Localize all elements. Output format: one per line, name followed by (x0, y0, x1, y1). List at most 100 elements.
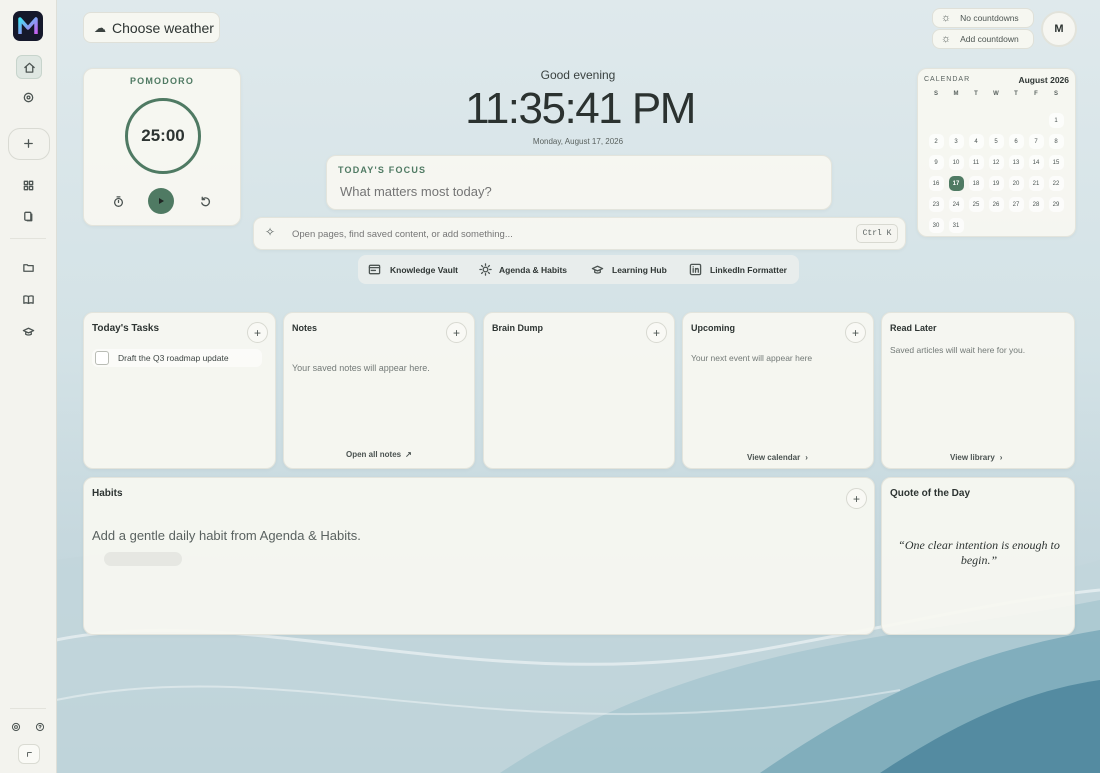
calendar-cell: 20 (1006, 173, 1026, 194)
countdown-status-label: No countdowns (960, 13, 1019, 23)
calendar-day[interactable]: 29 (1048, 197, 1064, 212)
nav-home-button[interactable] (16, 55, 42, 79)
avatar[interactable]: M (1041, 11, 1077, 47)
nav-pages-button[interactable] (16, 205, 40, 227)
app-logo[interactable] (13, 11, 43, 41)
pomodoro-card: POMODORO 25:00 (83, 68, 241, 226)
tasks-title: Today's Tasks (92, 323, 160, 334)
calendar-day[interactable]: 7 (1028, 134, 1044, 149)
help-button[interactable] (32, 719, 48, 735)
choose-weather-button[interactable]: ☁ Choose weather (83, 12, 220, 43)
calendar-day[interactable]: 12 (988, 155, 1004, 170)
calendar-day[interactable]: 13 (1008, 155, 1024, 170)
pomodoro-title: POMODORO (129, 76, 195, 86)
command-search-bar[interactable]: ✧ Ctrl K (253, 217, 906, 250)
add-note-button[interactable]: + (446, 322, 467, 343)
timer-mode-button[interactable] (110, 193, 126, 209)
weekday-header: F (1034, 91, 1038, 97)
calendar-day[interactable]: 24 (948, 197, 964, 212)
brain-dump-card: Brain Dump + (483, 312, 675, 469)
add-countdown-label: Add countdown (960, 34, 1019, 44)
weekday-header: S (1053, 91, 1058, 97)
add-page-button[interactable] (16, 132, 40, 154)
quick-link-knowledge-vault[interactable]: Knowledge Vault (368, 263, 458, 276)
calendar-day[interactable]: 28 (1028, 197, 1044, 212)
cloud-icon: ☁ (94, 20, 106, 35)
calendar-day[interactable]: 11 (968, 155, 984, 170)
calendar-day[interactable]: 9 (928, 155, 944, 170)
calendar-day[interactable]: 8 (1048, 134, 1064, 149)
calendar-day-today[interactable]: 17 (948, 176, 964, 191)
calendar-cell (986, 110, 1006, 131)
add-countdown-button[interactable]: ☼ Add countdown (932, 29, 1034, 49)
task-checkbox[interactable] (95, 351, 109, 365)
quick-link-learning-hub[interactable]: Learning Hub (591, 263, 667, 276)
calendar-cell: 10 (946, 152, 966, 173)
calendar-cell (926, 110, 946, 131)
quick-link-agenda-habits[interactable]: Agenda & Habits (479, 263, 567, 276)
calendar-cell (946, 110, 966, 131)
upcoming-title: Upcoming (691, 323, 735, 333)
habit-placeholder (104, 552, 182, 566)
calendar-day[interactable]: 20 (1008, 176, 1024, 191)
panel-icon (26, 751, 32, 757)
calendar-day[interactable]: 19 (988, 176, 1004, 191)
calendar-day[interactable]: 10 (948, 155, 964, 170)
calendar-day[interactable]: 14 (1028, 155, 1044, 170)
start-timer-button[interactable] (148, 188, 174, 214)
calendar-day[interactable]: 18 (968, 176, 984, 191)
calendar-day[interactable]: 21 (1028, 176, 1044, 191)
quick-link-linkedin-formatter[interactable]: LinkedIn Formatter (689, 263, 787, 276)
reset-timer-button[interactable] (197, 193, 213, 209)
linkedin-icon (689, 263, 702, 276)
calendar-day[interactable]: 6 (1008, 134, 1024, 149)
open-all-notes-link[interactable]: Open all notes ↗ (346, 450, 412, 459)
calendar-day[interactable]: 1 (1048, 113, 1064, 128)
calendar-day[interactable]: 25 (968, 197, 984, 212)
add-brain-dump-button[interactable]: + (646, 322, 667, 343)
nav-focus-button[interactable] (16, 86, 40, 108)
calendar-cell (986, 215, 1006, 236)
search-input[interactable] (290, 225, 834, 243)
collapse-sidebar-button[interactable] (18, 744, 40, 764)
calendar-day[interactable]: 22 (1048, 176, 1064, 191)
nav-dashboard-button[interactable] (16, 174, 40, 196)
view-calendar-link[interactable]: View calendar › (747, 453, 808, 462)
calendar-day[interactable]: 16 (928, 176, 944, 191)
calendar-day[interactable]: 3 (948, 134, 964, 149)
calendar-day[interactable]: 31 (948, 218, 964, 233)
calendar-cell (1006, 215, 1026, 236)
sidebar (0, 0, 57, 773)
add-event-button[interactable]: + (845, 322, 866, 343)
arrow-icon: › (805, 453, 808, 462)
calendar-day[interactable]: 4 (968, 134, 984, 149)
greeting: Good evening (540, 68, 616, 82)
weekday-header: T (974, 91, 978, 97)
stopwatch-icon (113, 195, 123, 207)
calendar-day[interactable]: 26 (988, 197, 1004, 212)
calendar-cell (1046, 215, 1066, 236)
plus-icon: + (253, 325, 261, 340)
notes-card: Notes + Your saved notes will appear her… (283, 312, 475, 469)
grid-icon (23, 180, 33, 190)
add-habit-button[interactable]: + (846, 488, 867, 509)
nav-library-button[interactable] (16, 288, 40, 310)
brain-dump-textarea[interactable] (492, 343, 668, 462)
calendar-day[interactable]: 30 (928, 218, 944, 233)
calendar-day[interactable]: 27 (1008, 197, 1024, 212)
settings-button[interactable] (8, 719, 24, 735)
calendar-day[interactable]: 5 (988, 134, 1004, 149)
add-task-button[interactable]: + (247, 322, 268, 343)
plus-icon: + (652, 325, 660, 340)
gear-icon (11, 722, 21, 732)
calendar-day[interactable]: 2 (928, 134, 944, 149)
nav-folders-button[interactable] (16, 256, 40, 278)
view-library-link[interactable]: View library › (950, 453, 1002, 462)
folder-icon (22, 263, 34, 272)
nav-learning-button[interactable] (16, 320, 40, 342)
calendar-day[interactable]: 23 (928, 197, 944, 212)
calendar-day[interactable]: 15 (1048, 155, 1064, 170)
home-icon (23, 62, 35, 73)
plus-icon: + (452, 325, 460, 340)
focus-input[interactable] (338, 180, 822, 202)
